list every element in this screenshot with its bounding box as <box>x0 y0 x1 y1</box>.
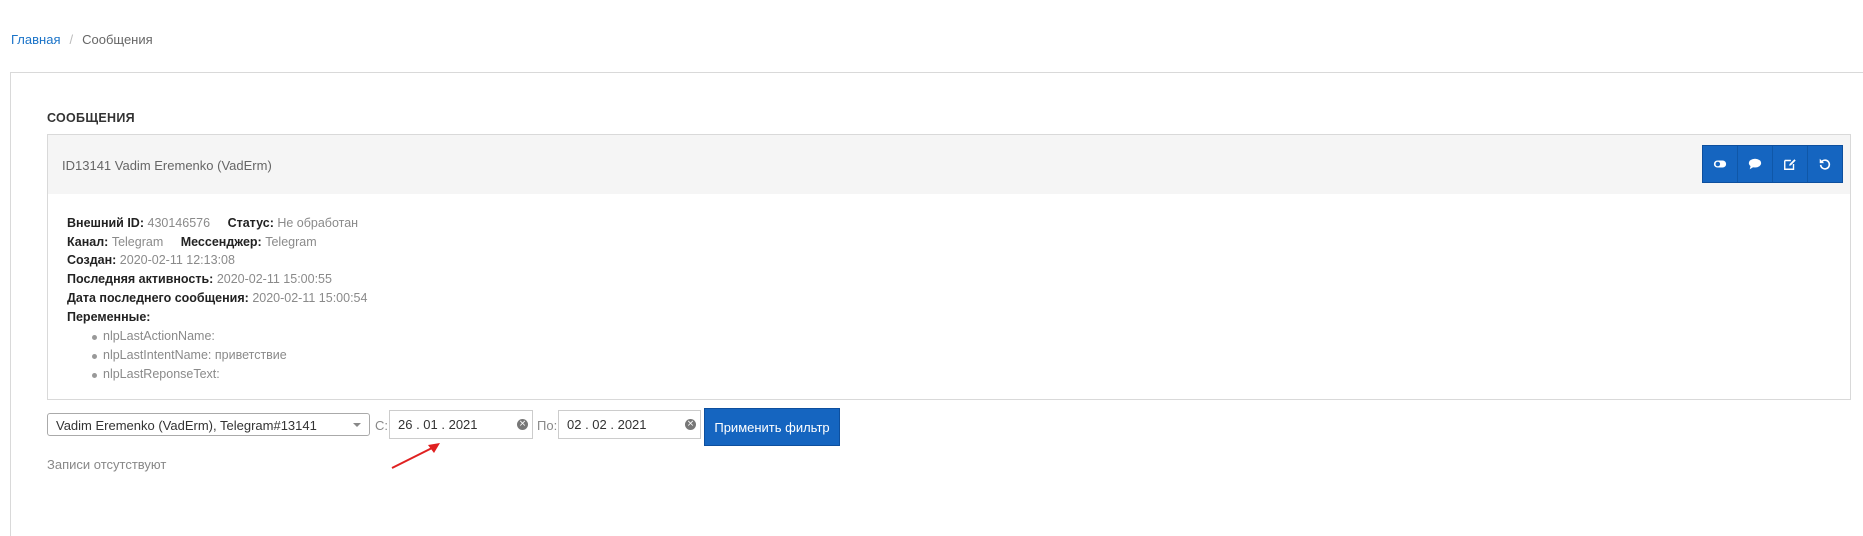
to-date-input[interactable]: 02 . 02 . 2021 × <box>558 410 701 439</box>
breadcrumb: Главная / Сообщения <box>11 32 153 47</box>
info-row-created: Создан: 2020-02-11 12:13:08 <box>67 251 367 270</box>
channel-value: Telegram <box>111 234 164 249</box>
messenger-label: Мессенджер: <box>180 234 262 249</box>
external-id-value: 430146576 <box>147 216 211 230</box>
last-message-value: 2020-02-11 15:00:54 <box>252 290 368 305</box>
created-label: Создан: <box>67 253 117 268</box>
created-value: 2020-02-11 12:13:08 <box>119 253 235 268</box>
from-date-input[interactable]: 26 . 01 . 2021 × <box>389 410 533 439</box>
from-date-value: 26 . 01 . 2021 <box>398 417 478 432</box>
messenger-value: Telegram <box>265 234 317 249</box>
reset-button[interactable] <box>1808 146 1842 182</box>
from-date-label: С: <box>375 418 388 433</box>
apply-filter-button[interactable]: Применить фильтр <box>704 408 840 446</box>
info-row-last-message: Дата последнего сообщения: 2020-02-11 15… <box>67 289 367 308</box>
clear-icon[interactable]: × <box>685 419 696 430</box>
chat-info: Внешний ID: 430146576 Статус: Не обработ… <box>67 214 367 383</box>
breadcrumb-current: Сообщения <box>82 32 153 47</box>
last-message-label: Дата последнего сообщения: <box>67 290 249 305</box>
edit-button[interactable] <box>1773 146 1808 182</box>
variables-label: Переменные: <box>67 309 151 324</box>
info-row-variables: Переменные: <box>67 308 367 327</box>
chevron-down-icon <box>353 423 361 427</box>
variable-item: nlpLastActionName: <box>91 327 367 346</box>
empty-message: Записи отсутствуют <box>47 457 167 472</box>
clear-icon[interactable]: × <box>517 419 528 430</box>
chat-select[interactable]: Vadim Eremenko (VadErm), Telegram#13141 <box>47 413 370 436</box>
info-row-channel: Канал: Telegram Мессенджер: Telegram <box>67 233 367 252</box>
breadcrumb-home-link[interactable]: Главная <box>11 32 60 47</box>
last-activity-value: 2020-02-11 15:00:55 <box>216 272 332 287</box>
variable-item: nlpLastIntentName: приветствие <box>91 346 367 365</box>
chat-actions <box>1702 145 1843 183</box>
toggle-icon <box>1713 160 1727 168</box>
comment-icon <box>1748 158 1762 170</box>
chat-card-header: ID13141 Vadim Eremenko (VadErm) <box>48 135 1850 194</box>
status-value: Не обработан <box>277 216 359 230</box>
chat-card: ID13141 Vadim Eremenko (VadErm) Внешний … <box>47 134 1851 400</box>
to-date-value: 02 . 02 . 2021 <box>567 417 647 432</box>
toggle-button[interactable] <box>1703 146 1738 182</box>
info-row-last-activity: Последняя активность: 2020-02-11 15:00:5… <box>67 270 367 289</box>
external-id-label: Внешний ID: <box>67 216 145 230</box>
last-activity-label: Последняя активность: <box>67 272 214 287</box>
to-date-label: По: <box>537 418 558 433</box>
breadcrumb-separator: / <box>69 32 74 47</box>
edit-icon <box>1784 159 1796 170</box>
info-row-id-status: Внешний ID: 430146576 Статус: Не обработ… <box>67 214 367 233</box>
comment-button[interactable] <box>1738 146 1773 182</box>
chat-title: ID13141 Vadim Eremenko (VadErm) <box>62 158 272 173</box>
variable-item: nlpLastReponseText: <box>91 365 367 384</box>
variables-list: nlpLastActionName: nlpLastIntentName: пр… <box>67 327 367 383</box>
page-title: СООБЩЕНИЯ <box>47 111 135 125</box>
channel-label: Канал: <box>67 234 109 249</box>
status-label: Статус: <box>227 216 274 230</box>
reset-icon <box>1819 158 1831 170</box>
chat-select-value: Vadim Eremenko (VadErm), Telegram#13141 <box>56 418 317 433</box>
annotation-arrow-icon <box>391 443 440 469</box>
